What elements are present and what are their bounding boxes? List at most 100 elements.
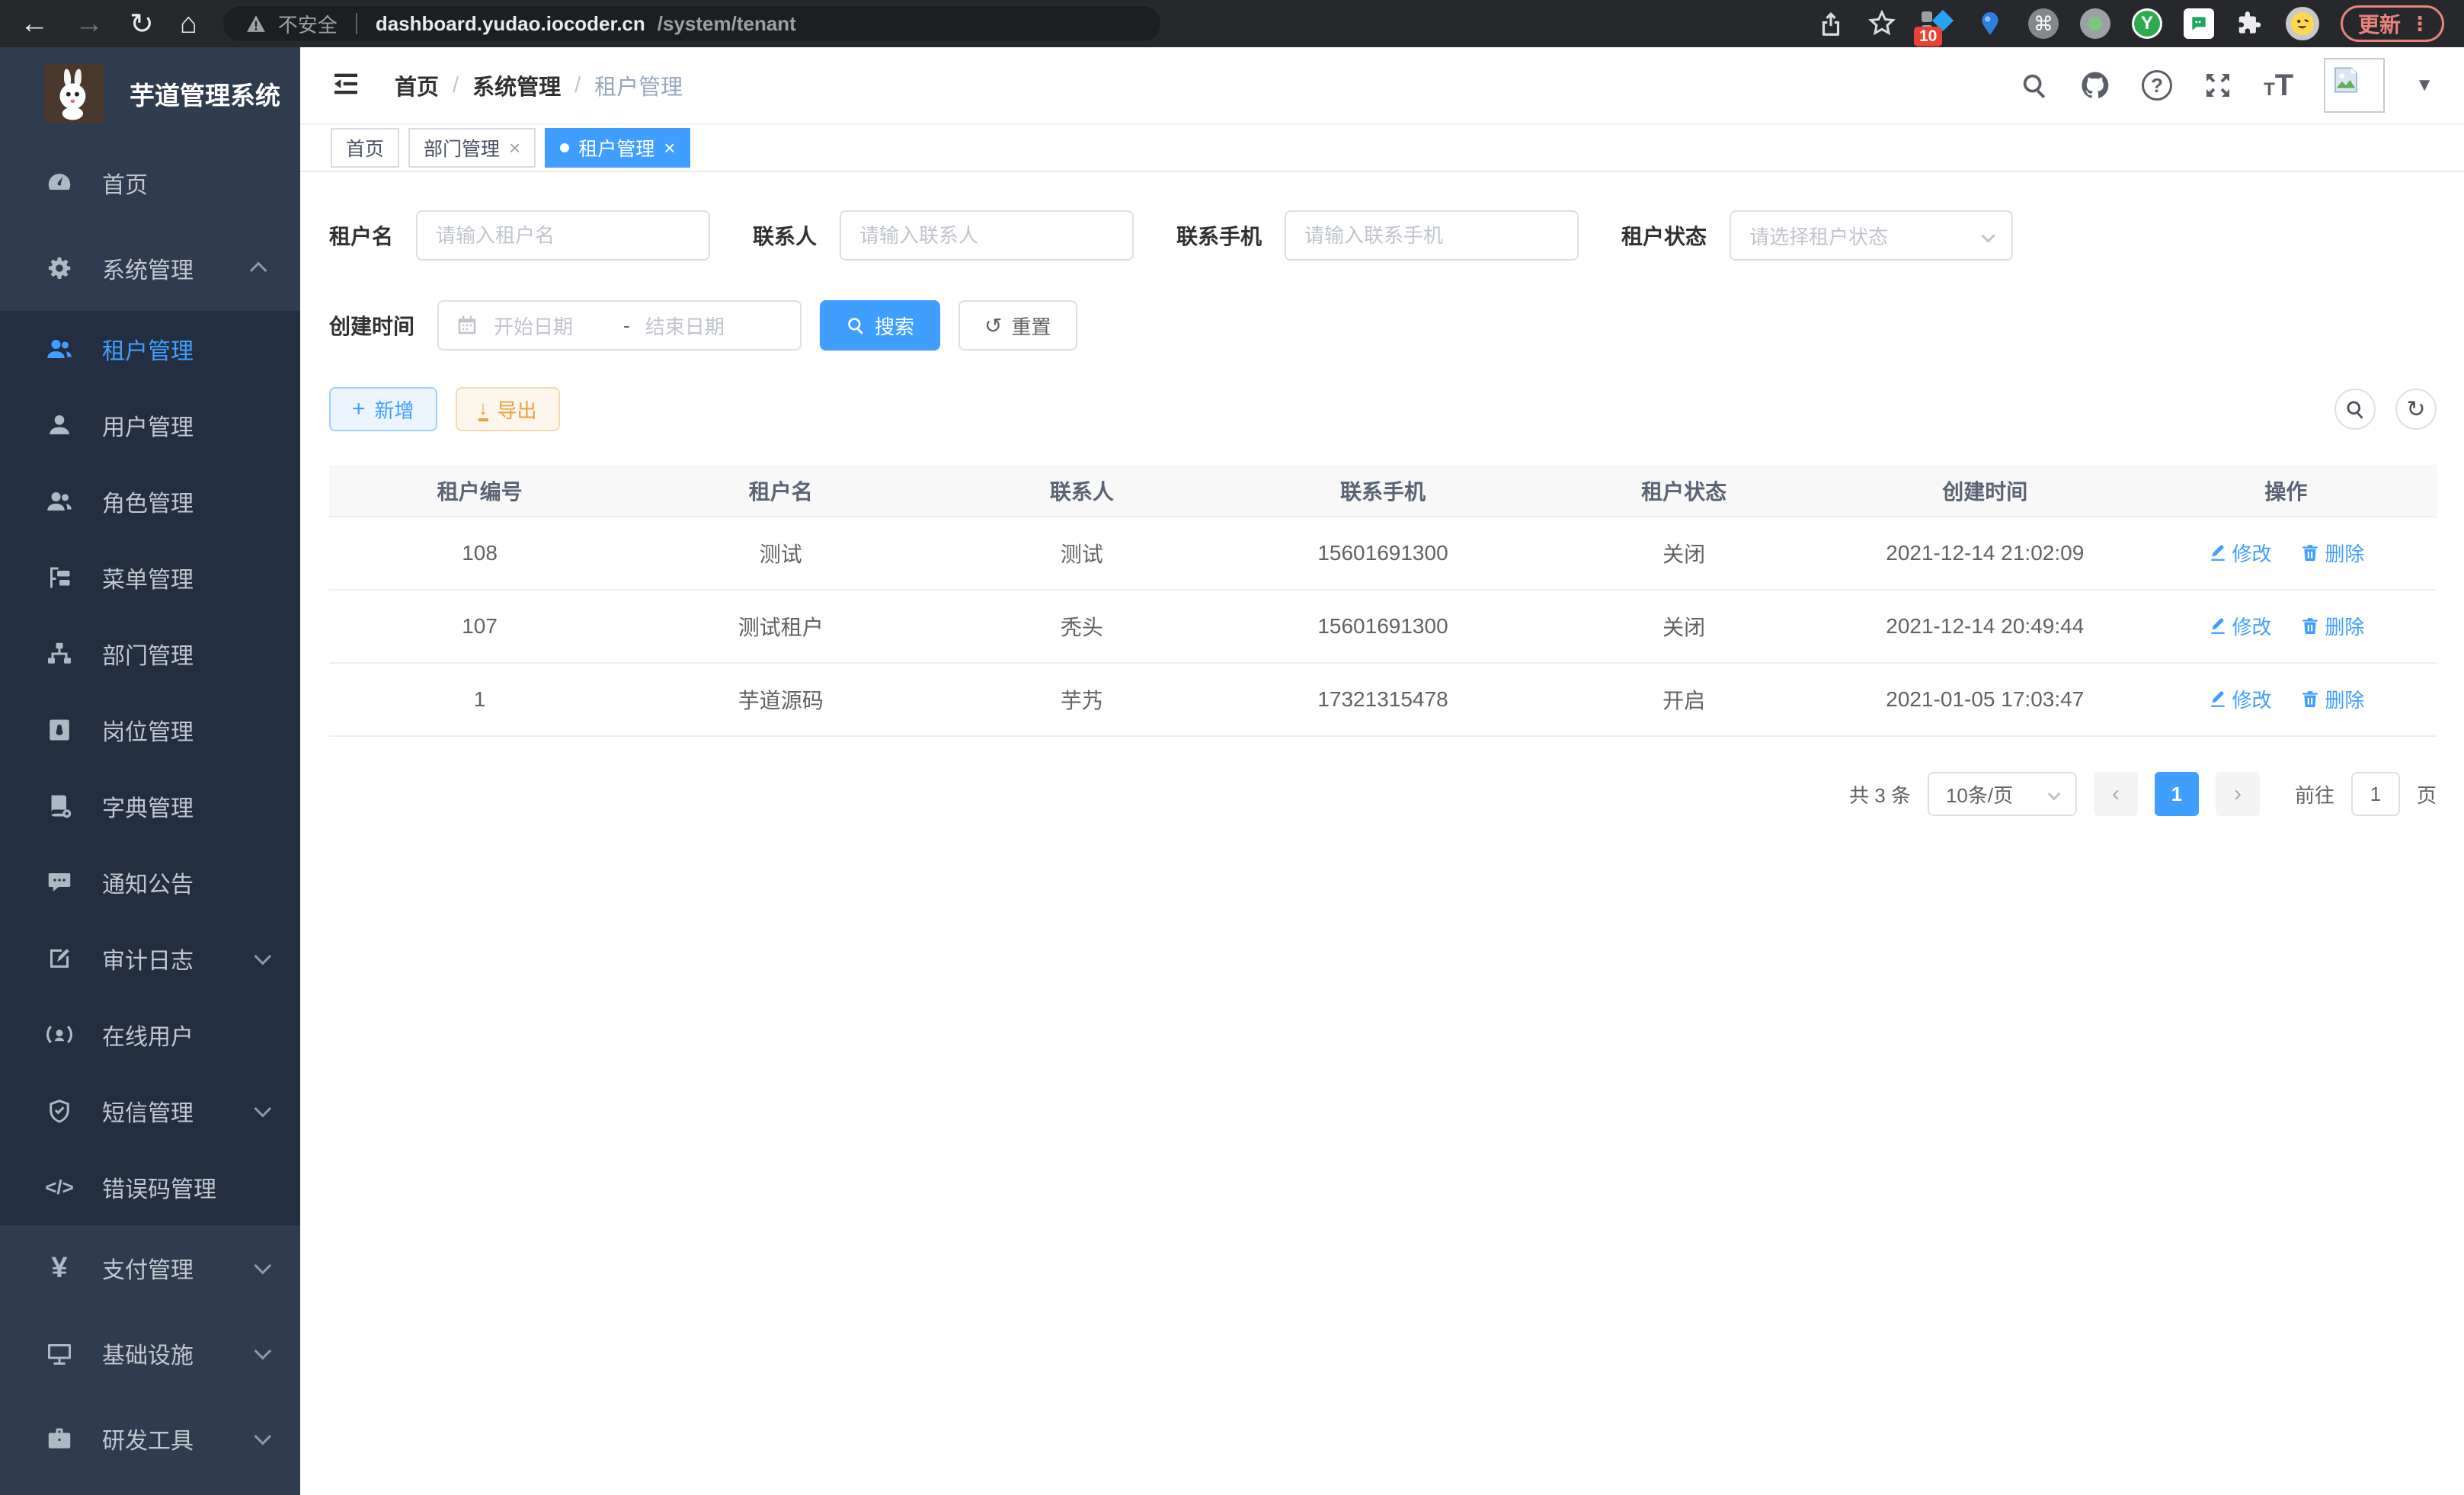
date-range-picker[interactable]: 开始日期 - 结束日期 — [437, 300, 802, 351]
bookmark-star-icon[interactable] — [1867, 8, 1897, 39]
prev-page-button[interactable]: ‹ — [2094, 772, 2138, 816]
extension-sketch-icon[interactable]: 10 — [1918, 7, 1952, 40]
menu-label: 短信管理 — [102, 1094, 194, 1128]
help-icon[interactable]: ? — [2142, 70, 2172, 101]
sidebar-collapse-icon[interactable] — [331, 69, 361, 103]
profile-avatar-icon[interactable] — [2286, 7, 2319, 40]
extension-chat-icon[interactable] — [2184, 8, 2214, 39]
next-page-button[interactable]: › — [2216, 772, 2260, 816]
cell-id: 1 — [329, 663, 630, 736]
sidebar-item-post[interactable]: 岗位管理 — [0, 692, 300, 768]
sidebar-menu: 首页 系统管理 租户管理 用户管理 角色管理 — [0, 140, 300, 1481]
table-row: 107 测试租户 秃头 15601691300 关闭 2021-12-14 20… — [329, 590, 2437, 663]
sidebar-item-pay[interactable]: ¥ 支付管理 — [0, 1225, 300, 1311]
sidebar-item-error-code[interactable]: </> 错误码管理 — [0, 1149, 300, 1225]
chrome-update-button[interactable]: 更新 ⋮ — [2341, 5, 2444, 42]
breadcrumb-current: 租户管理 — [594, 69, 683, 101]
browser-home-icon[interactable]: ⌂ — [180, 8, 197, 40]
extension-command-icon[interactable]: ⌘ — [2028, 8, 2059, 39]
not-secure-label: 不安全 — [278, 10, 338, 38]
browser-back-icon[interactable]: ← — [20, 8, 49, 40]
sidebar-item-sms[interactable]: 短信管理 — [0, 1073, 300, 1149]
github-icon[interactable] — [2079, 69, 2111, 101]
delete-action[interactable]: 删除 — [2300, 612, 2364, 640]
contact-input[interactable] — [840, 210, 1134, 261]
add-button[interactable]: + 新增 — [329, 387, 437, 431]
tab-dept[interactable]: 部门管理 × — [408, 128, 536, 168]
sidebar-item-user[interactable]: 用户管理 — [0, 387, 300, 463]
create-time-label: 创建时间 — [329, 310, 414, 341]
share-icon[interactable] — [1816, 9, 1845, 38]
col-contact: 联系人 — [931, 465, 1232, 517]
browser-toolbar: ← → ↻ ⌂ 不安全 dashboard.yudao.iocoder.cn/s… — [0, 0, 2464, 47]
breadcrumb: 首页 / 系统管理 / 租户管理 — [395, 69, 683, 101]
delete-action[interactable]: 删除 — [2300, 539, 2364, 567]
breadcrumb-system[interactable]: 系统管理 — [472, 69, 561, 101]
hide-search-button[interactable] — [2334, 389, 2376, 430]
edit-action[interactable]: 修改 — [2208, 612, 2272, 640]
search-label: 搜索 — [875, 312, 914, 340]
edit-action[interactable]: 修改 — [2208, 685, 2272, 713]
browser-forward-icon[interactable]: → — [75, 8, 104, 40]
tenant-name-input[interactable] — [416, 210, 710, 261]
extension-y-icon[interactable]: Y — [2132, 8, 2162, 39]
reset-button[interactable]: ↺ 重置 — [958, 300, 1077, 351]
status-select[interactable]: 请选择租户状态 — [1730, 210, 2013, 261]
sidebar-item-role[interactable]: 角色管理 — [0, 463, 300, 539]
refresh-button[interactable]: ↻ — [2395, 389, 2437, 430]
sidebar-item-dict[interactable]: 字典管理 — [0, 768, 300, 844]
avatar-caret-down-icon[interactable]: ▼ — [2415, 75, 2434, 96]
app-logo-row: 芋道管理系统 — [0, 47, 300, 140]
page-size-select[interactable]: 10条/页 — [1928, 772, 2077, 816]
sidebar-item-audit-log[interactable]: 审计日志 — [0, 920, 300, 997]
chevron-down-icon — [1981, 229, 1995, 242]
reset-label: 重置 — [1012, 312, 1051, 340]
phone-input[interactable] — [1285, 210, 1579, 261]
sidebar: 芋道管理系统 首页 系统管理 租户管理 用户管理 — [0, 47, 300, 1495]
browser-reload-icon[interactable]: ↻ — [130, 7, 154, 41]
sidebar-item-dept[interactable]: 部门管理 — [0, 616, 300, 692]
code-icon: </> — [43, 1176, 76, 1199]
sidebar-item-notice[interactable]: 通知公告 — [0, 844, 300, 920]
tab-close-icon[interactable]: × — [509, 136, 520, 160]
cell-name: 测试 — [630, 517, 931, 590]
extension-green-dot-icon[interactable] — [2080, 8, 2110, 39]
delete-action[interactable]: 删除 — [2300, 685, 2364, 713]
sidebar-item-tenant[interactable]: 租户管理 — [0, 311, 300, 387]
add-label: 新增 — [375, 395, 414, 424]
yen-icon: ¥ — [43, 1252, 76, 1285]
goto-page-input[interactable] — [2351, 772, 2400, 816]
sidebar-item-system[interactable]: 系统管理 — [0, 226, 300, 311]
sidebar-item-menu[interactable]: 菜单管理 — [0, 539, 300, 616]
extension-balloon-icon[interactable] — [1973, 7, 2007, 40]
filter-row-1: 租户名 联系人 联系手机 租户状态 请选择租户状态 — [329, 210, 2437, 261]
top-navbar: 首页 / 系统管理 / 租户管理 ? TT ▼ — [300, 47, 2464, 125]
chevron-up-icon — [250, 262, 267, 280]
sidebar-item-infra[interactable]: 基础设施 — [0, 1311, 300, 1396]
search-button[interactable]: 搜索 — [820, 300, 940, 351]
header-search-icon[interactable] — [2020, 71, 2049, 100]
address-bar[interactable]: 不安全 dashboard.yudao.iocoder.cn/system/te… — [223, 6, 1160, 41]
shield-icon — [43, 1097, 76, 1125]
tenant-table: 租户编号 租户名 联系人 联系手机 租户状态 创建时间 操作 108 测试 测试 — [329, 465, 2437, 737]
tab-close-icon[interactable]: × — [664, 136, 675, 160]
edit-action[interactable]: 修改 — [2208, 539, 2272, 567]
fullscreen-icon[interactable] — [2203, 70, 2233, 101]
font-size-icon[interactable]: TT — [2264, 69, 2293, 103]
page-number-1[interactable]: 1 — [2155, 772, 2199, 816]
tree-list-icon — [43, 564, 76, 591]
edit-icon — [2208, 689, 2228, 709]
extensions-puzzle-icon[interactable] — [2235, 9, 2264, 38]
users-icon — [43, 488, 76, 515]
tab-tenant-active[interactable]: 租户管理 × — [545, 128, 690, 168]
export-button[interactable]: ↓ 导出 — [456, 387, 560, 431]
user-avatar[interactable] — [2324, 58, 2385, 113]
browser-menu-icon[interactable]: ⋮ — [2410, 12, 2430, 36]
breadcrumb-home[interactable]: 首页 — [395, 69, 439, 101]
sidebar-item-dev-tools[interactable]: 研发工具 — [0, 1396, 300, 1481]
tab-home[interactable]: 首页 — [331, 128, 399, 168]
menu-label: 字典管理 — [102, 789, 194, 823]
sidebar-item-home[interactable]: 首页 — [0, 140, 300, 226]
tab-label: 租户管理 — [578, 134, 654, 162]
sidebar-item-online-user[interactable]: 在线用户 — [0, 997, 300, 1073]
